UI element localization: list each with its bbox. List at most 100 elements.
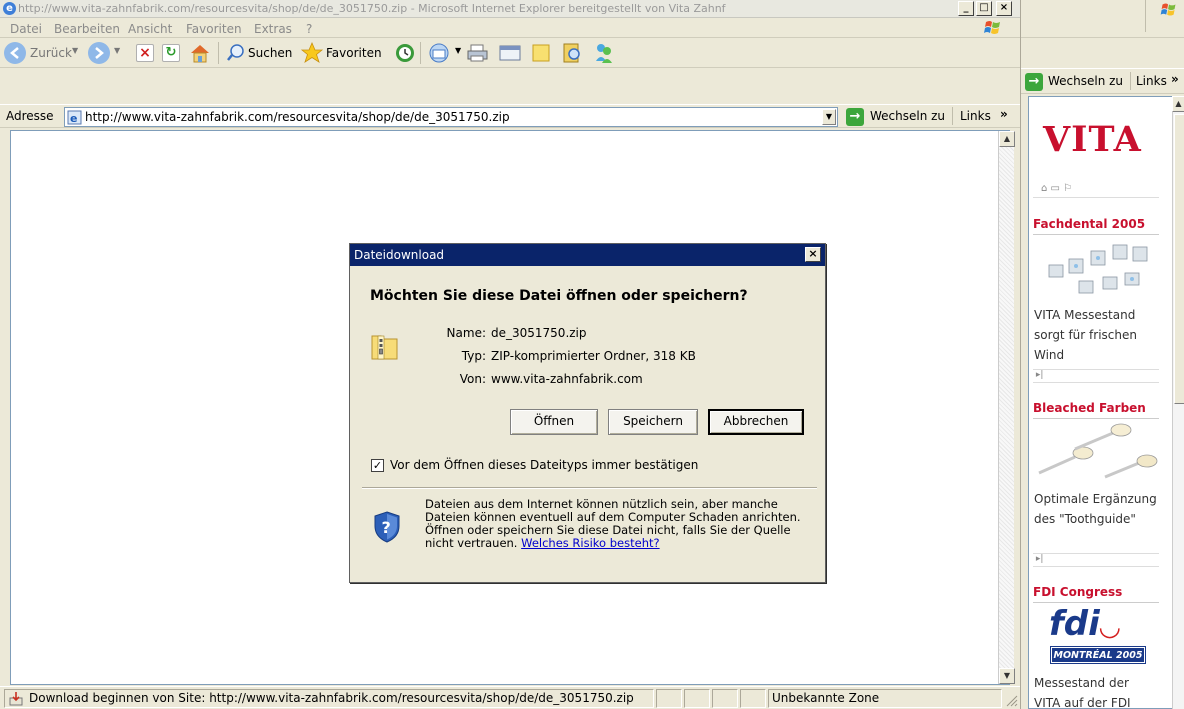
cancel-button[interactable]: Abbrechen [708,409,804,435]
page-icon: e [67,110,82,125]
from-value: www.vita-zahnfabrik.com [491,372,643,386]
side-scroll-thumb[interactable] [1174,114,1184,404]
minimize-button[interactable]: _ [958,1,974,16]
section-text: Messestand der VITA auf der FDI [1034,676,1131,709]
menu-bearbeiten[interactable]: Bearbeiten [54,22,120,36]
close-window-button[interactable]: × [996,1,1012,16]
window-title: http://www.vita-zahnfabrik.com/resources… [18,2,726,15]
vita-web-page: VITA ⌂ ▭ ⚐ Fachdental 2005 VITA Messesta… [1028,96,1173,709]
address-url: http://www.vita-zahnfabrik.com/resources… [85,110,510,124]
nav-icons[interactable]: ⌂ ▭ ⚐ [1041,183,1072,194]
edit-icon[interactable] [498,43,522,63]
favorites-star-icon[interactable] [300,41,324,65]
side-links-chevron-icon[interactable]: » [1171,72,1179,86]
windows-flag-icon [1160,3,1176,16]
dialog-separator [362,487,817,489]
forward-arrow-icon[interactable] [88,42,110,64]
favorites-label[interactable]: Favoriten [326,46,382,60]
forward-dropdown-icon[interactable]: ▼ [114,46,120,55]
side-links-button[interactable]: Links [1136,74,1167,88]
stop-icon[interactable]: × [136,44,154,62]
menu-help[interactable]: ? [306,22,312,36]
menu-ansicht[interactable]: Ansicht [128,22,172,36]
menu-datei[interactable]: Datei [10,22,42,36]
more-link-icon[interactable]: ▸| [1033,553,1159,567]
dental-blocks-image [1048,244,1148,294]
risk-link[interactable]: Welches Risiko besteht? [521,536,659,550]
addr-separator [952,107,953,125]
name-value: de_3051750.zip [491,326,587,340]
status-bar: Download beginnen von Site: http://www.v… [0,686,1020,709]
standard-toolbar: Zurück ▼ ▼ × ↻ Suchen Favoriten ▼ [0,38,1020,68]
search-icon[interactable] [226,43,246,63]
dialog-title-bar: Dateidownload × [350,244,825,266]
section-title[interactable]: FDI Congress [1033,585,1159,603]
side-scrollbar[interactable]: ▲ [1172,96,1184,709]
type-value: ZIP-komprimierter Ordner, 318 KB [491,349,696,363]
history-icon[interactable] [394,42,416,64]
from-label: Von: [459,372,486,386]
address-input[interactable]: e http://www.vita-zahnfabrik.com/resourc… [64,107,838,127]
status-pane [684,689,710,708]
type-label: Typ: [461,349,486,363]
download-icon [9,692,23,706]
section-title[interactable]: Bleached Farben [1033,401,1159,419]
save-button[interactable]: Speichern [608,409,698,435]
search-label[interactable]: Suchen [248,46,292,60]
menu-extras[interactable]: Extras [254,22,292,36]
discuss-icon[interactable] [530,42,552,64]
mail-dropdown-icon[interactable]: ▼ [455,46,461,55]
ie-logo-icon: e [3,2,16,15]
title-bar: e http://www.vita-zahnfabrik.com/resourc… [0,0,1020,18]
side-scroll-up-icon[interactable]: ▲ [1172,96,1184,112]
dialog-close-button[interactable]: × [805,247,821,262]
home-icon[interactable] [188,42,212,64]
side-link-bar: → Wechseln zu Links » [1021,68,1184,94]
resize-grip-icon[interactable] [1004,693,1018,707]
back-label[interactable]: Zurück [30,46,72,60]
research-icon[interactable] [560,41,584,65]
zip-folder-icon [371,335,398,360]
warning-text-block: Dateien aus dem Internet können nützlich… [425,498,805,550]
fdi-logo-text: fdi [1049,604,1100,644]
menu-favoriten[interactable]: Favoriten [186,22,242,36]
fdi-sub-badge: MONTRÉAL 2005 [1050,646,1146,664]
maximize-button[interactable]: □ [976,1,992,16]
messenger-icon[interactable] [592,41,616,65]
mail-icon[interactable] [428,42,452,64]
fdi-logo: fdi◡ [1049,605,1149,643]
status-pane-main: Download beginnen von Site: http://www.v… [4,689,654,708]
toolbar-separator [420,42,421,64]
vertical-scrollbar[interactable]: ▲ ▼ [998,131,1015,684]
windows-flag-icon [984,21,1000,34]
file-download-dialog: Dateidownload × Möchten Sie diese Datei … [349,243,826,583]
back-dropdown-icon[interactable]: ▼ [72,46,78,55]
background-window: → Wechseln zu Links » VITA ⌂ ▭ ⚐ Fachden… [1020,0,1184,709]
fdi-swoosh-icon: ◡ [1099,612,1120,642]
go-arrow-icon[interactable]: → [846,108,864,126]
section-text: VITA Messestand sorgt für frischen Wind [1034,308,1137,362]
name-label: Name: [446,326,486,340]
scroll-down-icon[interactable]: ▼ [999,668,1015,684]
address-bar: Adresse e http://www.vita-zahnfabrik.com… [0,104,1020,128]
divider [1033,197,1159,198]
section-title[interactable]: Fachdental 2005 [1033,217,1159,235]
security-shield-icon: ? [374,511,400,543]
open-button[interactable]: Öffnen [510,409,598,435]
address-dropdown-icon[interactable]: ▼ [822,109,836,125]
side-separator [1130,72,1131,90]
links-button[interactable]: Links [960,109,991,123]
go-button[interactable]: Wechseln zu [870,109,945,123]
more-link-icon[interactable]: ▸| [1033,369,1159,383]
print-icon[interactable] [466,42,490,64]
links-chevron-icon[interactable]: » [1000,107,1008,121]
refresh-icon[interactable]: ↻ [162,44,180,62]
back-arrow-icon[interactable] [4,42,26,64]
vita-logo[interactable]: VITA [1043,119,1142,160]
svg-text:e: e [70,112,77,125]
side-go-button[interactable]: Wechseln zu [1048,74,1123,88]
dialog-title: Dateidownload [354,248,445,262]
scroll-up-icon[interactable]: ▲ [999,131,1015,147]
side-go-arrow-icon[interactable]: → [1025,73,1043,91]
confirm-checkbox[interactable]: ✓ [371,459,384,472]
